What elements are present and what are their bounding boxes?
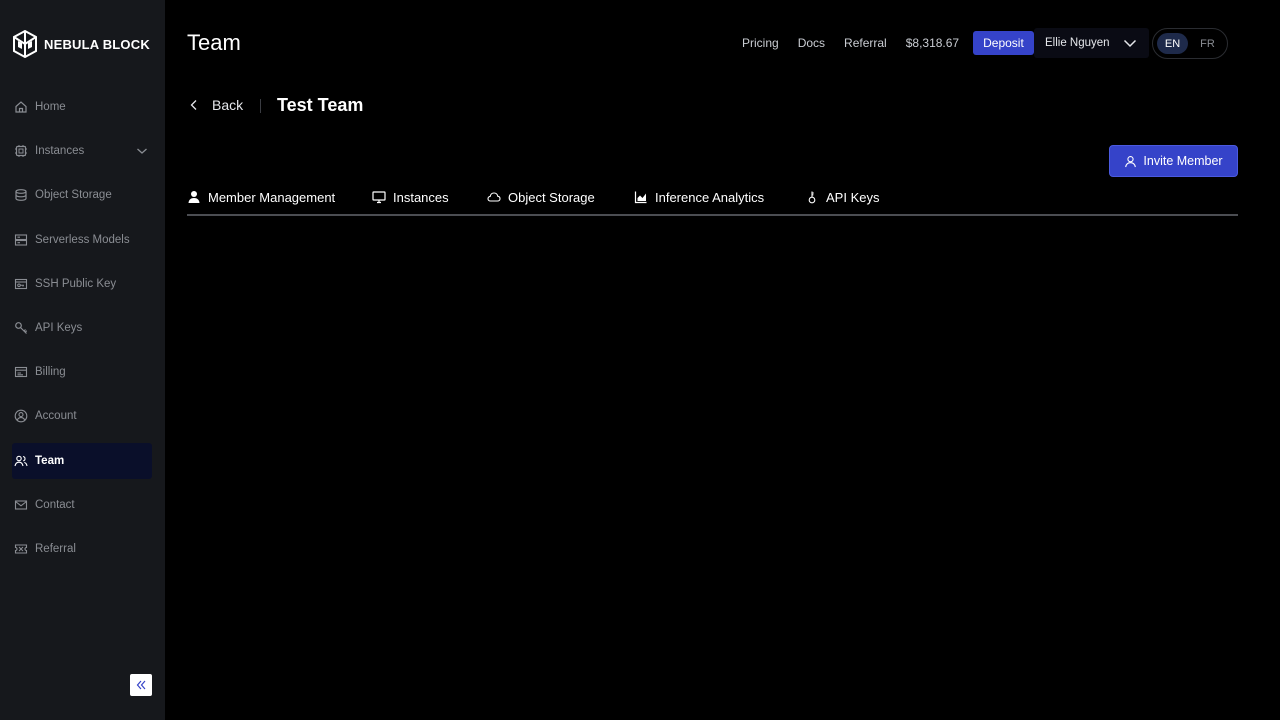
- tab-object-storage[interactable]: Object Storage: [487, 185, 595, 209]
- ticket-icon: [14, 542, 28, 556]
- tab-label: Inference Analytics: [655, 189, 765, 205]
- sidebar-item-object-storage[interactable]: Object Storage: [12, 177, 152, 213]
- monitor-icon: [372, 191, 386, 204]
- tab-member-management[interactable]: Member Management: [187, 185, 335, 209]
- collapse-sidebar-button[interactable]: [130, 674, 152, 696]
- sidebar-item-label: Object Storage: [35, 189, 112, 201]
- tab-instances[interactable]: Instances: [372, 185, 449, 209]
- tab-inference-analytics[interactable]: Inference Analytics: [634, 185, 764, 209]
- sidebar-item-account[interactable]: Account: [12, 398, 152, 434]
- server-icon: [14, 233, 28, 247]
- key-icon: [14, 321, 28, 335]
- chevron-down-icon[interactable]: [136, 145, 148, 157]
- sidebar-item-label: Referral: [35, 543, 76, 555]
- user-name: Ellie Nguyen: [1045, 37, 1110, 49]
- sidebar: NEBULA BLOCK Home Instances Object Stora…: [0, 0, 165, 720]
- pricing-link[interactable]: Pricing: [742, 36, 779, 50]
- team-icon: [14, 454, 28, 468]
- tab-label: Instances: [393, 189, 449, 205]
- back-label: Back: [212, 97, 244, 113]
- analytics-icon: [634, 191, 647, 204]
- sidebar-item-label: SSH Public Key: [35, 278, 117, 290]
- sidebar-item-ssh-public-key[interactable]: SSH Public Key: [12, 266, 152, 302]
- sidebar-item-referral[interactable]: Referral: [12, 531, 152, 567]
- sidebar-item-label: Contact: [35, 499, 75, 511]
- chevron-down-icon: [1123, 39, 1137, 48]
- language-switcher: EN FR: [1152, 28, 1228, 59]
- invite-member-button[interactable]: Invite Member: [1109, 145, 1238, 177]
- account-icon: [14, 409, 28, 423]
- divider: [260, 99, 261, 113]
- deposit-button[interactable]: Deposit: [973, 31, 1034, 55]
- double-chevron-left-icon: [136, 680, 146, 690]
- user-icon: [1125, 155, 1137, 167]
- tab-api-keys[interactable]: API Keys: [805, 185, 879, 209]
- sidebar-item-contact[interactable]: Contact: [12, 487, 152, 523]
- sidebar-item-api-keys[interactable]: API Keys: [12, 310, 152, 346]
- user-icon: [188, 191, 200, 203]
- brand-logo[interactable]: NEBULA BLOCK: [12, 30, 150, 58]
- cloud-icon: [487, 192, 501, 202]
- sidebar-item-team[interactable]: Team: [12, 443, 152, 479]
- tab-label: API Keys: [826, 189, 880, 205]
- tab-label: Member Management: [208, 189, 336, 205]
- team-name: Test Team: [277, 95, 364, 115]
- key-icon: [808, 191, 816, 204]
- chevron-left-icon: [190, 100, 197, 110]
- invite-member-label: Invite Member: [1143, 154, 1223, 168]
- user-menu[interactable]: Ellie Nguyen: [1034, 28, 1149, 58]
- brand-name: NEBULA BLOCK: [44, 36, 150, 52]
- database-icon: [14, 188, 28, 202]
- tab-label: Object Storage: [508, 189, 595, 205]
- language-option-en[interactable]: EN: [1157, 33, 1188, 54]
- sidebar-item-label: Home: [35, 101, 66, 113]
- mail-icon: [14, 498, 28, 512]
- ssh-key-icon: [14, 277, 28, 291]
- page-title: Team: [187, 30, 241, 55]
- home-icon: [14, 100, 28, 114]
- sidebar-item-label: Team: [35, 455, 65, 467]
- docs-link[interactable]: Docs: [798, 36, 825, 50]
- back-link[interactable]: Back: [188, 97, 243, 113]
- account-balance: $8,318.67: [905, 36, 960, 50]
- sidebar-item-serverless-models[interactable]: Serverless Models: [12, 222, 152, 258]
- top-nav: Pricing Docs Referral $8,318.67 Deposit: [742, 31, 1034, 55]
- logo-cube-icon: [13, 30, 37, 58]
- referral-link[interactable]: Referral: [844, 36, 887, 50]
- sidebar-item-instances[interactable]: Instances: [12, 133, 152, 169]
- sidebar-item-billing[interactable]: Billing: [12, 354, 152, 390]
- sidebar-item-label: Instances: [35, 145, 85, 157]
- sidebar-item-label: Billing: [35, 366, 66, 378]
- sidebar-item-label: Account: [35, 410, 77, 422]
- billing-icon: [14, 365, 28, 379]
- sidebar-item-label: Serverless Models: [35, 234, 130, 246]
- language-option-fr[interactable]: FR: [1192, 33, 1223, 54]
- team-tabs: Member Management Instances Object Stora…: [187, 185, 1238, 216]
- chip-icon: [14, 144, 28, 158]
- sidebar-item-label: API Keys: [35, 322, 83, 334]
- sidebar-item-home[interactable]: Home: [12, 89, 152, 125]
